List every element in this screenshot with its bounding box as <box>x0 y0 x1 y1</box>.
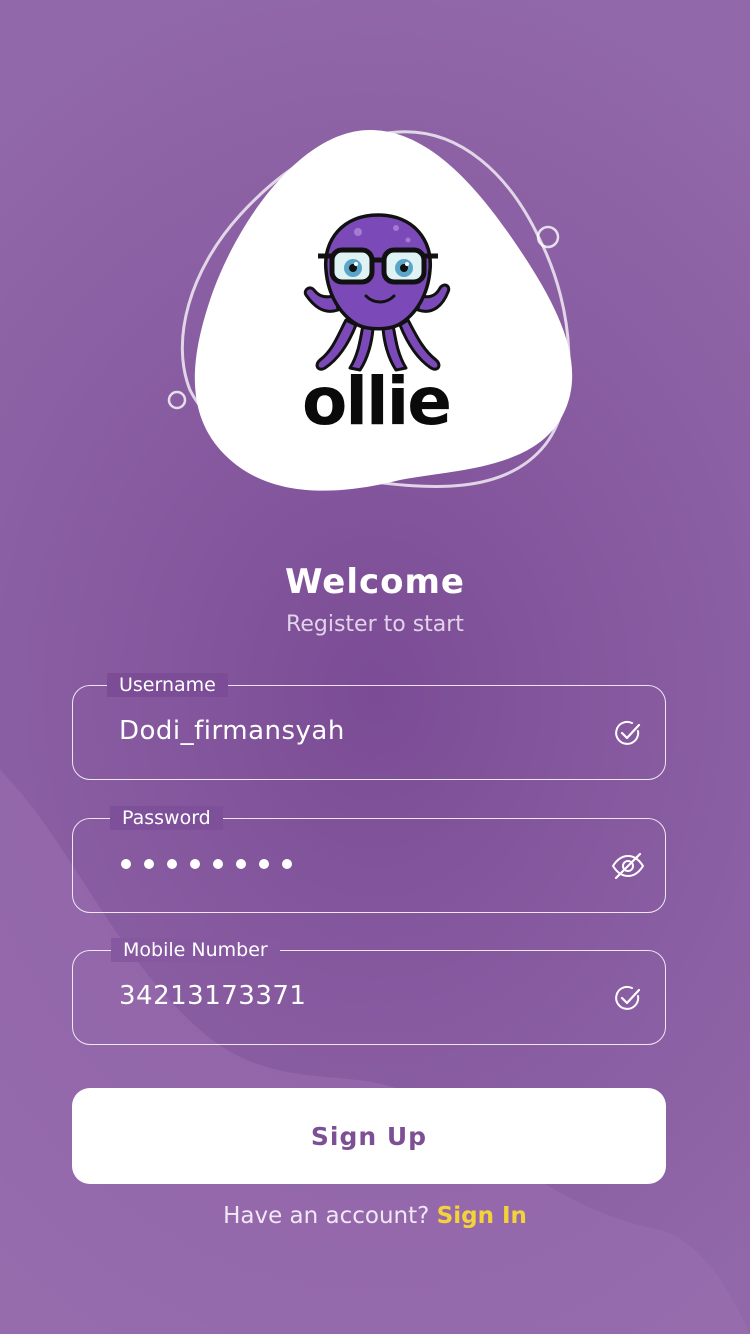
password-dot <box>190 859 200 869</box>
decor-circle <box>167 390 187 410</box>
password-dot <box>259 859 269 869</box>
sign-in-prompt-text: Have an account? <box>223 1203 430 1229</box>
sign-in-prompt: Have an account? Sign In <box>0 1203 750 1229</box>
password-dot <box>167 859 177 869</box>
password-input[interactable] <box>121 859 292 869</box>
password-dot <box>213 859 223 869</box>
check-circle-icon <box>615 985 641 1010</box>
username-input[interactable]: Dodi_firmansyah <box>119 716 345 746</box>
page-title: Welcome <box>284 562 465 602</box>
password-label: Password <box>110 806 223 830</box>
page-subtitle: Register to start <box>286 612 464 637</box>
password-dot <box>282 859 292 869</box>
mobile-number-label: Mobile Number <box>111 938 280 962</box>
brand-wordmark: ollie <box>302 363 452 440</box>
password-dot <box>144 859 154 869</box>
octopus-mascot-icon <box>303 213 451 372</box>
mobile-number-input[interactable]: 34213173371 <box>119 981 306 1011</box>
sign-in-link[interactable]: Sign In <box>437 1203 527 1229</box>
password-dot <box>236 859 246 869</box>
password-field[interactable]: Password <box>72 806 666 913</box>
username-label: Username <box>107 673 228 697</box>
logo-area: ollie <box>0 0 750 540</box>
mobile-number-field[interactable]: Mobile Number 34213173371 <box>72 938 666 1045</box>
decor-circle <box>536 225 560 249</box>
check-circle-icon <box>615 720 641 745</box>
username-field[interactable]: Username Dodi_firmansyah <box>72 673 666 780</box>
password-dot <box>121 859 131 869</box>
eye-off-icon[interactable] <box>611 851 645 881</box>
sign-up-button[interactable]: Sign Up <box>72 1088 666 1184</box>
